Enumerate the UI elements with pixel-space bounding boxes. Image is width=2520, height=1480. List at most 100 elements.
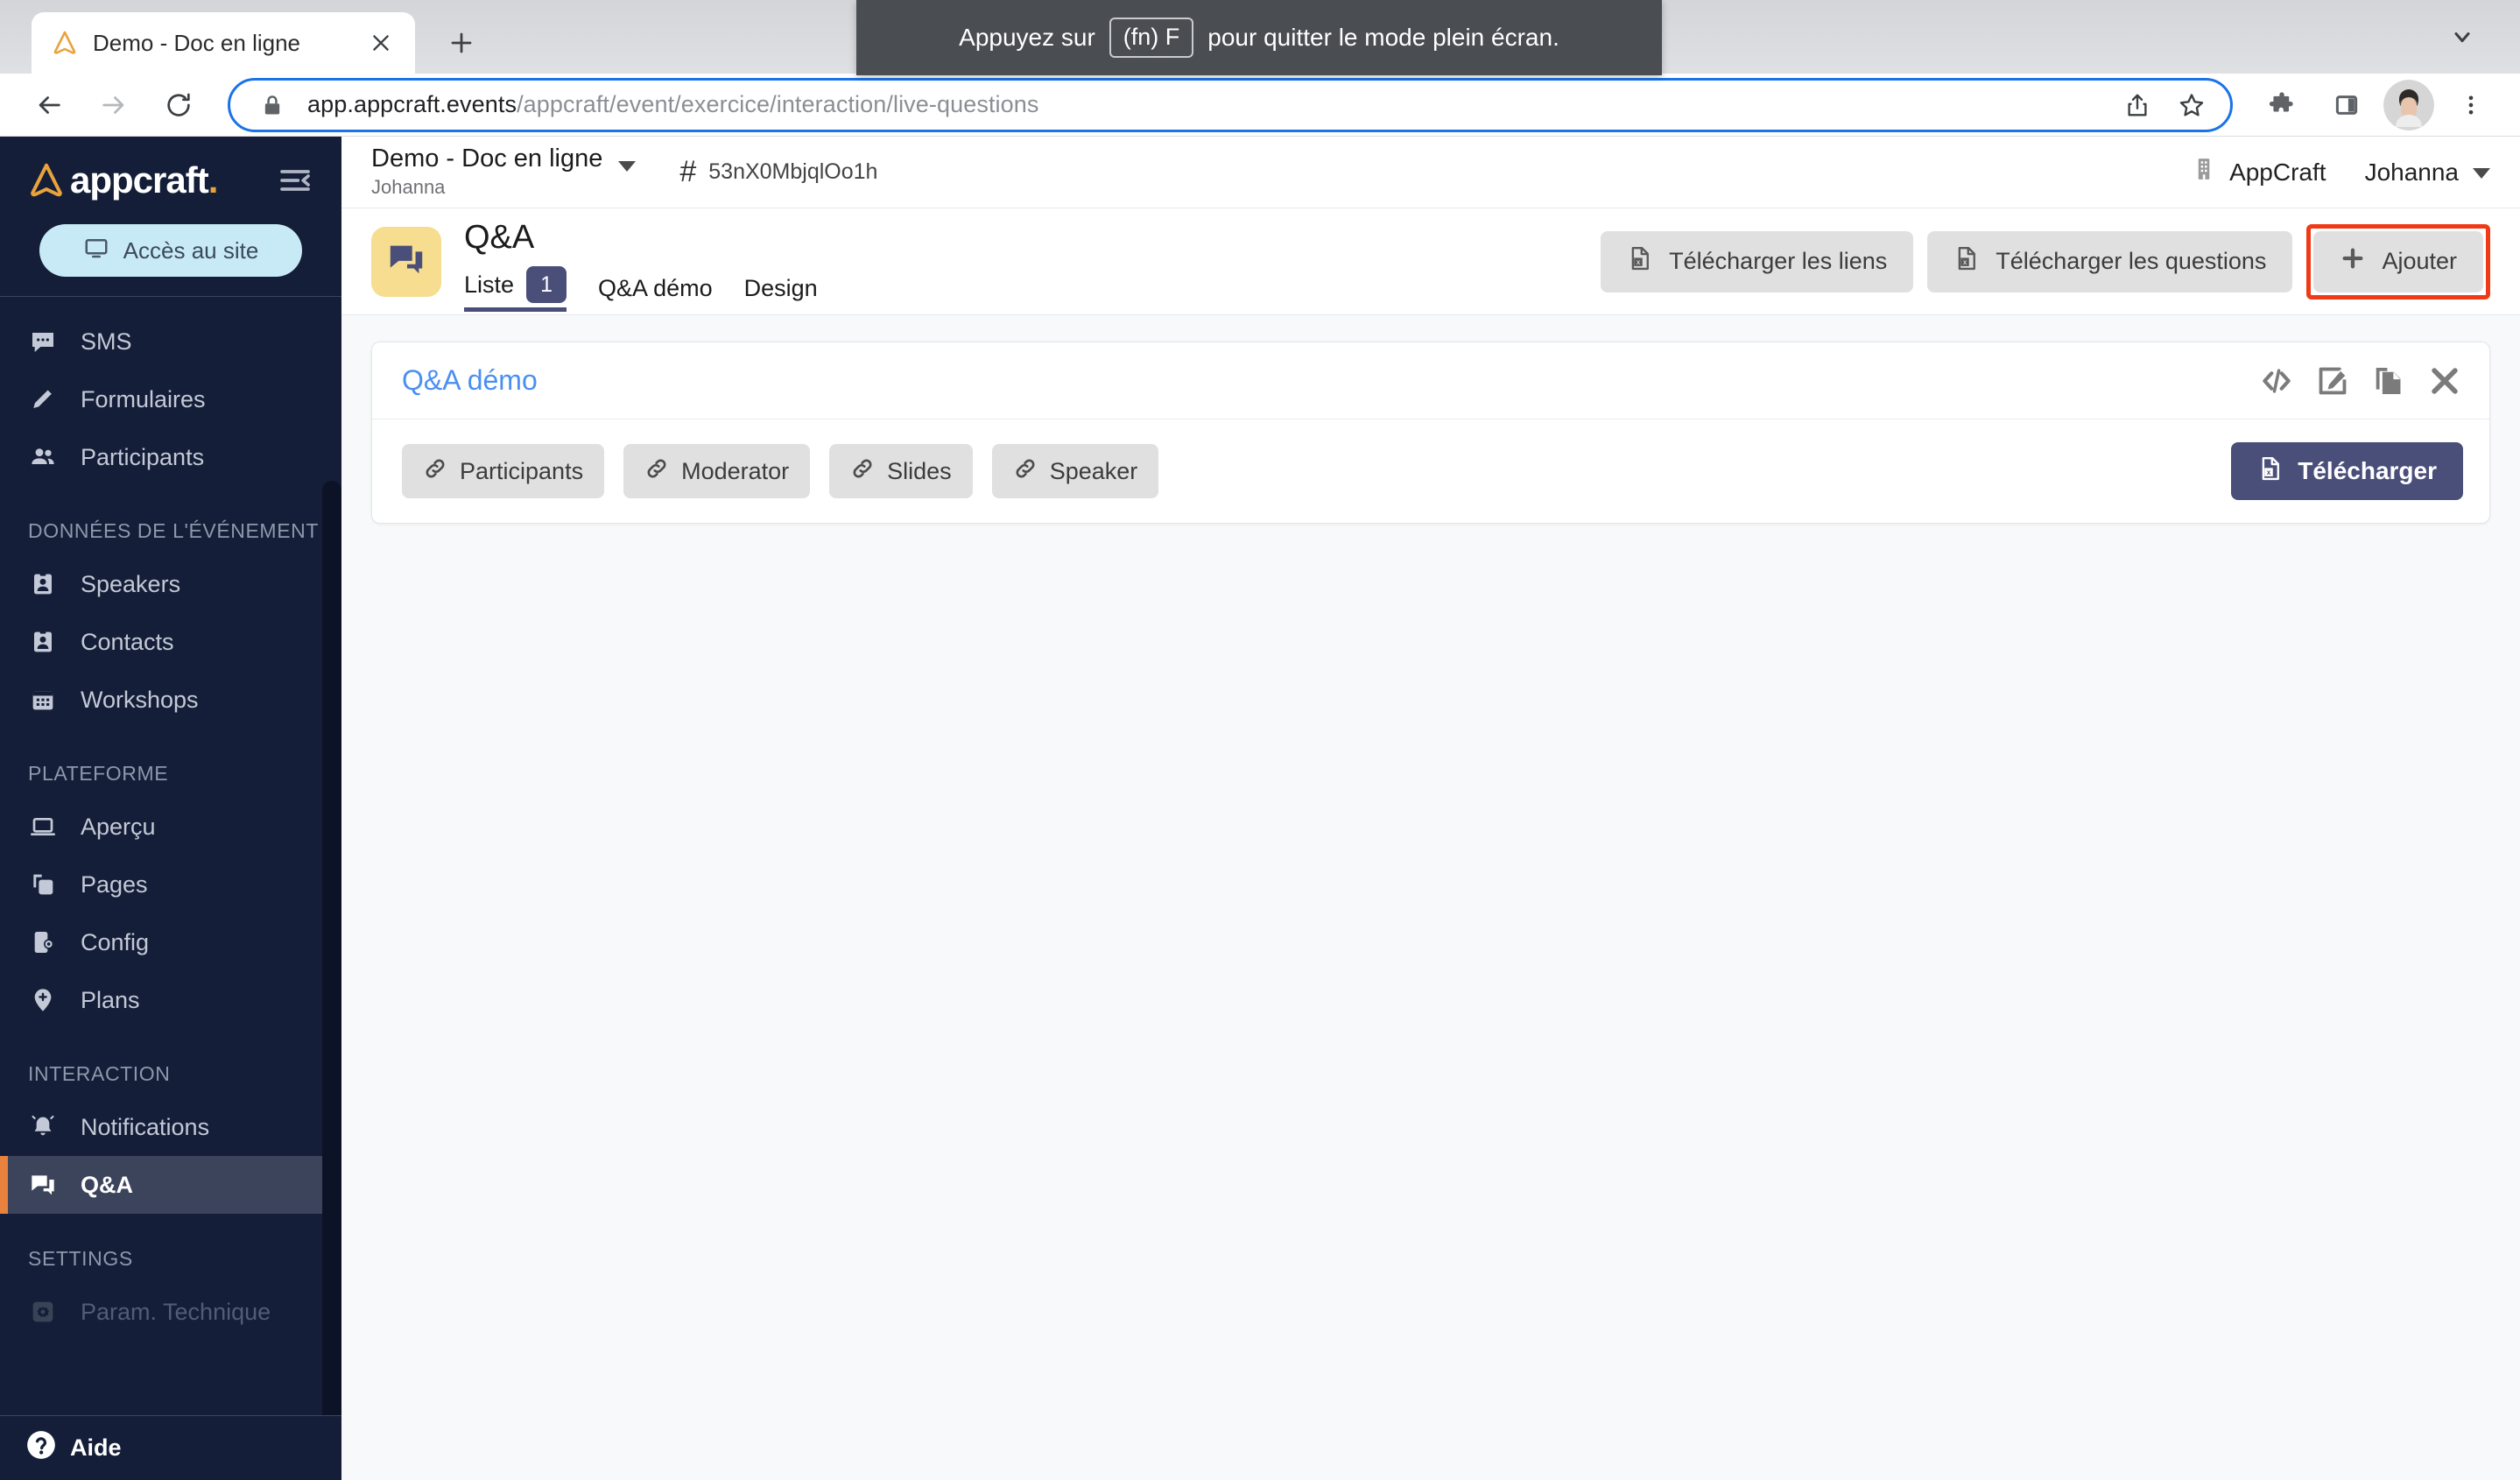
card-title-link[interactable]: Q&A démo: [402, 364, 538, 397]
site-access-button[interactable]: Accès au site: [39, 224, 302, 277]
address-bar[interactable]: app.appcraft.events/appcraft/event/exerc…: [228, 77, 2233, 132]
excel-file-icon: x: [2257, 455, 2284, 488]
download-links-button[interactable]: x Télécharger les liens: [1601, 230, 1914, 292]
sidebar-item-participants[interactable]: Participants: [0, 428, 341, 486]
chevron-down-icon[interactable]: [618, 161, 637, 173]
sidebar-logo-text: appcraft.: [70, 159, 218, 201]
page-title-block: Q&A Liste 1 Q&A démo Design: [464, 208, 818, 314]
appcraft-logo-icon: [26, 160, 67, 201]
org-selector[interactable]: AppCraft: [2191, 156, 2326, 188]
event-code-value: 53nX0MbjqlOo1h: [708, 159, 878, 184]
link-participants-button[interactable]: Participants: [402, 444, 605, 498]
tab-liste[interactable]: Liste 1: [464, 266, 567, 312]
sidebar-item-apercu[interactable]: Aperçu: [0, 798, 341, 856]
bookmark-star-icon[interactable]: [2172, 86, 2211, 124]
sidebar-item-sms[interactable]: SMS: [0, 313, 341, 370]
event-owner: Johanna: [371, 175, 446, 198]
pencil-icon: [28, 384, 58, 414]
sidebar-item-config[interactable]: Config: [0, 913, 341, 971]
sidebar-item-label: Pages: [81, 870, 148, 898]
share-icon[interactable]: [2118, 86, 2157, 124]
chip-label: Speaker: [1049, 457, 1138, 484]
browser-tabstrip: Demo - Doc en ligne Appuyez sur (fn) F p…: [0, 0, 2520, 75]
sidebar-item-label: Formulaires: [81, 385, 206, 412]
sidebar-item-qa[interactable]: Q&A: [0, 1156, 341, 1214]
sidebar-nav: SMS Formulaires Participants DONNÉES DE …: [0, 297, 341, 1415]
sidebar-item-formulaires[interactable]: Formulaires: [0, 370, 341, 428]
monitor-icon: [83, 235, 109, 267]
chevron-down-icon: [2473, 167, 2490, 179]
card-download-button[interactable]: x Télécharger: [2231, 442, 2463, 500]
link-icon: [644, 456, 669, 487]
badge-person-icon: [28, 627, 58, 657]
sidebar-item-contacts[interactable]: Contacts: [0, 613, 341, 671]
embed-code-icon[interactable]: [2258, 363, 2295, 399]
profile-avatar[interactable]: [2383, 79, 2434, 130]
help-button[interactable]: Aide: [0, 1415, 341, 1480]
sidebar-header: appcraft. Accès au site: [0, 137, 341, 296]
sidebar-item-label: Speakers: [81, 570, 181, 597]
sidebar-section-title: PLATEFORME: [28, 762, 169, 785]
app-root: appcraft. Accès au site SMS Formulaires …: [0, 137, 2520, 1480]
link-icon: [423, 456, 447, 487]
close-icon[interactable]: [366, 28, 396, 58]
forward-icon[interactable]: [86, 77, 142, 133]
page-title: Q&A: [464, 218, 535, 256]
building-icon: [2191, 156, 2217, 188]
page-tabs: Liste 1 Q&A démo Design: [464, 266, 818, 312]
collapse-menu-icon[interactable]: [275, 160, 315, 201]
sidebar-scrollbar[interactable]: [322, 481, 341, 1415]
fullscreen-toast-prefix: Appuyez sur: [959, 24, 1095, 51]
sidebar-item-label: Param. Technique: [81, 1298, 271, 1325]
browser-toolbar: app.appcraft.events/appcraft/event/exerc…: [0, 74, 2520, 137]
event-selector[interactable]: Demo - Doc en ligne Johanna: [371, 145, 637, 198]
sidebar: appcraft. Accès au site SMS Formulaires …: [0, 137, 341, 1480]
map-pin-icon: [28, 985, 58, 1015]
tab-qa-demo[interactable]: Q&A démo: [598, 266, 713, 312]
lock-icon: [253, 86, 292, 124]
card-body: Participants Moderator Slides Speaker x …: [372, 419, 2489, 523]
sidebar-item-label: SMS: [81, 328, 132, 355]
sidebar-item-param-technique[interactable]: Param. Technique: [0, 1283, 341, 1341]
duplicate-icon[interactable]: [2370, 363, 2407, 399]
link-speaker-button[interactable]: Speaker: [991, 444, 1159, 498]
close-x-icon[interactable]: [2426, 363, 2463, 399]
user-label: Johanna: [2364, 158, 2459, 186]
chat-bubbles-icon: [386, 239, 426, 284]
app-topbar: Demo - Doc en ligne Johanna # 53nX0Mbjql…: [341, 137, 2520, 208]
sidebar-item-workshops[interactable]: Workshops: [0, 671, 341, 729]
phone-gear-icon: [28, 927, 58, 957]
link-slides-button[interactable]: Slides: [829, 444, 973, 498]
qa-card: Q&A démo Participants Moderator Slides S…: [371, 342, 2490, 524]
add-button-highlight: Ajouter: [2306, 223, 2490, 300]
browser-tab[interactable]: Demo - Doc en ligne: [32, 12, 415, 74]
sidebar-item-notifications[interactable]: Notifications: [0, 1098, 341, 1156]
appcraft-logo-icon: [51, 29, 79, 57]
side-panel-icon[interactable]: [2319, 77, 2375, 133]
people-icon: [28, 442, 58, 472]
download-questions-button[interactable]: x Télécharger les questions: [1927, 230, 2293, 292]
download-label: Télécharger: [2298, 457, 2437, 484]
action-label: Télécharger les questions: [1996, 248, 2267, 274]
sidebar-item-speakers[interactable]: Speakers: [0, 555, 341, 613]
new-tab-button[interactable]: [434, 16, 489, 70]
link-moderator-button[interactable]: Moderator: [623, 444, 811, 498]
question-mark-icon: [25, 1428, 58, 1468]
sidebar-item-clipped[interactable]: [0, 300, 341, 313]
extensions-puzzle-icon[interactable]: [2254, 77, 2310, 133]
tab-design[interactable]: Design: [744, 266, 818, 312]
user-menu[interactable]: Johanna: [2365, 159, 2490, 187]
reload-icon[interactable]: [151, 77, 207, 133]
add-button[interactable]: Ajouter: [2313, 230, 2483, 292]
chrome-menu-icon[interactable]: [2443, 77, 2499, 133]
back-icon[interactable]: [21, 77, 77, 133]
tab-label: Design: [743, 275, 818, 301]
sidebar-section-title: DONNÉES DE L'ÉVÉNEMENT: [28, 519, 319, 542]
chip-label: Slides: [887, 457, 952, 484]
sidebar-item-pages[interactable]: Pages: [0, 856, 341, 913]
page-icon: [371, 226, 441, 297]
sidebar-logo[interactable]: appcraft.: [0, 159, 341, 201]
edit-pencil-icon[interactable]: [2314, 363, 2351, 399]
sidebar-item-plans[interactable]: Plans: [0, 971, 341, 1029]
chevron-down-icon[interactable]: [2445, 19, 2480, 54]
